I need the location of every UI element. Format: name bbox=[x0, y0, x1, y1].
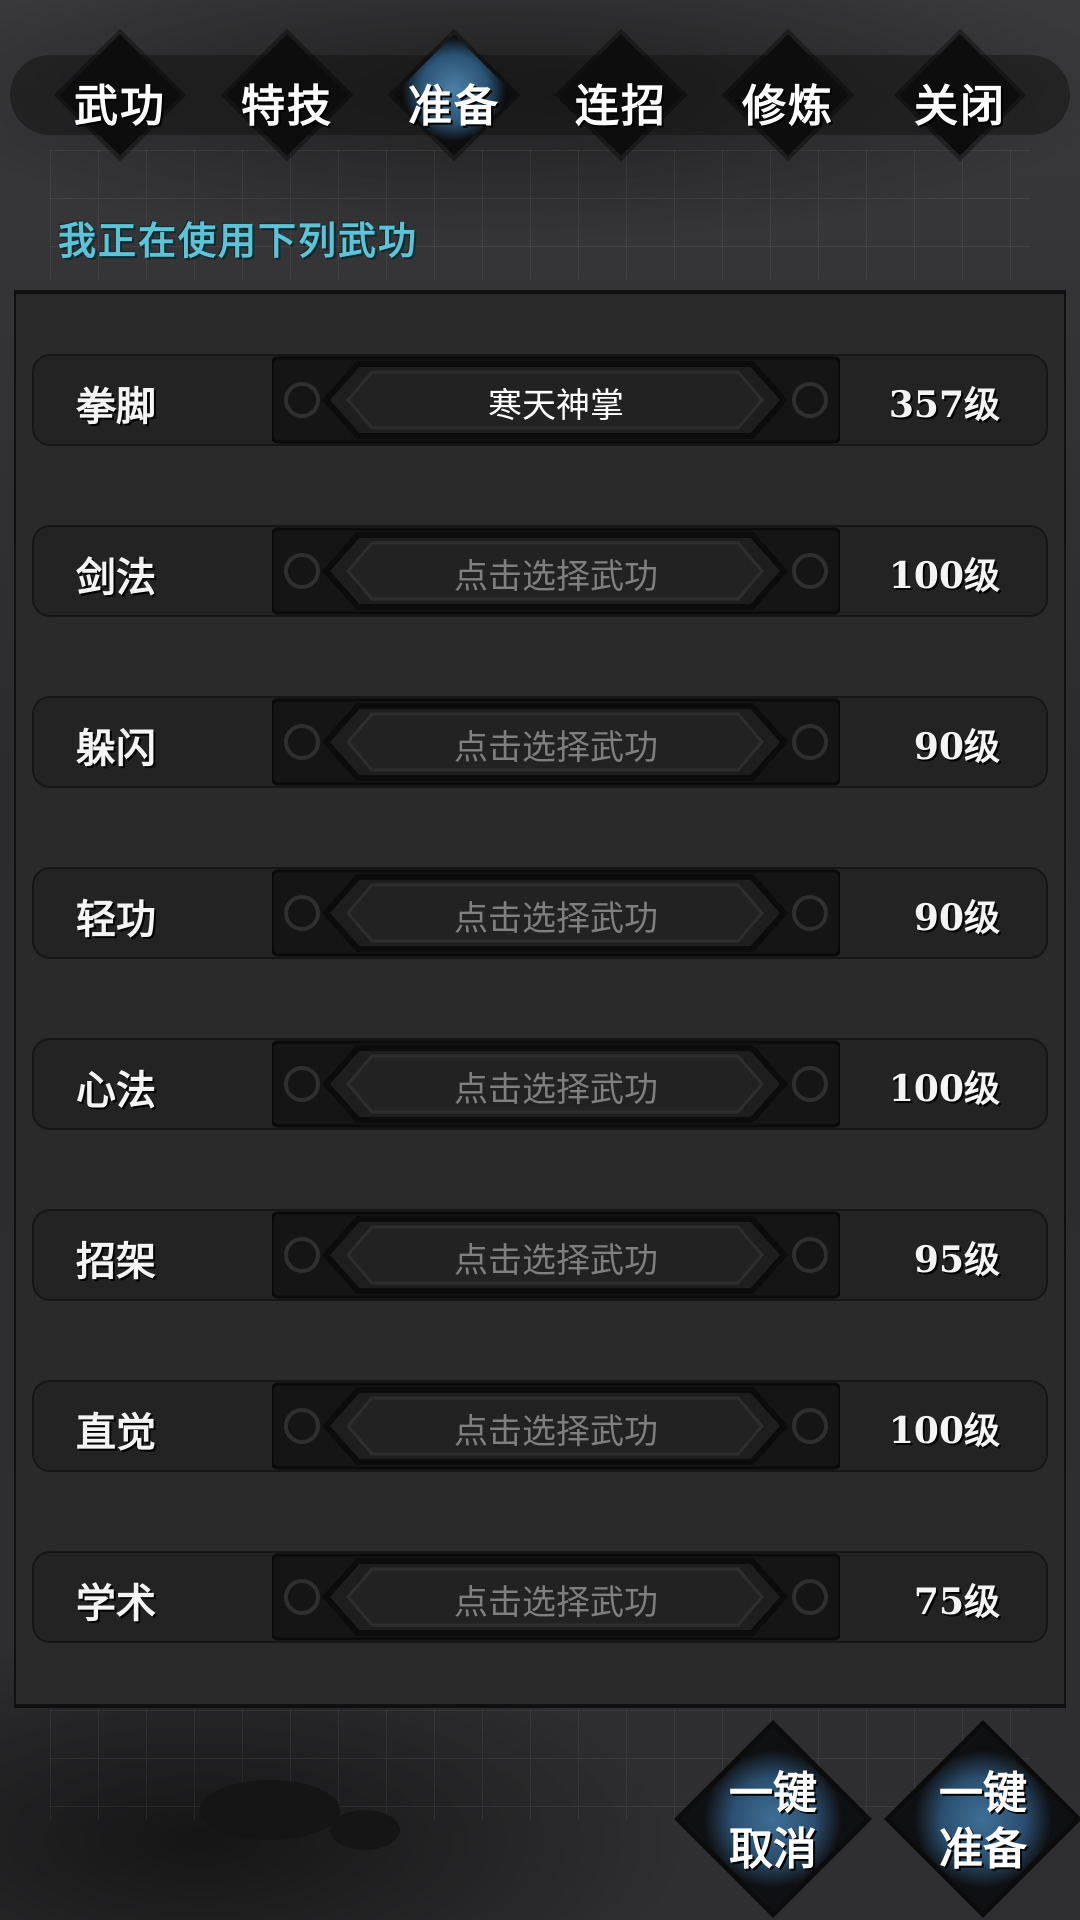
skill-selection-text: 寒天神掌 bbox=[488, 386, 624, 426]
button-label-line: 取消 bbox=[729, 1824, 817, 1875]
skill-selection-text: 点击选择武功 bbox=[454, 557, 658, 597]
skill-category: 直觉 bbox=[76, 1409, 156, 1456]
skill-selection-text: 点击选择武功 bbox=[454, 899, 658, 939]
skill-level: 100级 bbox=[888, 555, 1000, 597]
button-label-line: 一键 bbox=[939, 1768, 1027, 1819]
skill-row: 招架 点击选择武功 95级 bbox=[32, 1209, 1048, 1301]
skill-selector[interactable]: 寒天神掌 bbox=[272, 354, 840, 446]
skill-level: 100级 bbox=[888, 1410, 1000, 1452]
one-click-cancel-button[interactable]: 一键 取消 bbox=[678, 1724, 868, 1914]
tab-label: 特技 bbox=[241, 81, 333, 132]
skill-category: 拳脚 bbox=[76, 383, 156, 430]
skills-panel: 拳脚 寒天神掌 357级 剑法 点击选择武功 100级 躲闪 点击选择武功 90… bbox=[14, 290, 1066, 1708]
tab-prepare[interactable]: 准备 bbox=[389, 30, 519, 160]
skill-level: 100级 bbox=[888, 1068, 1000, 1110]
section-title: 我正在使用下列武功 bbox=[58, 218, 419, 263]
tab-close[interactable]: 关闭 bbox=[895, 30, 1025, 160]
skill-level: 90级 bbox=[913, 726, 1000, 768]
button-label: 一键 取消 bbox=[678, 1766, 868, 1878]
skill-row: 轻功 点击选择武功 90级 bbox=[32, 867, 1048, 959]
skill-selector[interactable]: 点击选择武功 bbox=[272, 1380, 840, 1472]
skill-selector[interactable]: 点击选择武功 bbox=[272, 1209, 840, 1301]
skill-level: 90级 bbox=[913, 897, 1000, 939]
skill-selection-text: 点击选择武功 bbox=[454, 1070, 658, 1110]
tab-combo[interactable]: 连招 bbox=[556, 30, 686, 160]
tab-label: 关闭 bbox=[914, 81, 1006, 132]
skill-row: 躲闪 点击选择武功 90级 bbox=[32, 696, 1048, 788]
button-label-line: 准备 bbox=[939, 1824, 1027, 1875]
skill-row: 直觉 点击选择武功 100级 bbox=[32, 1380, 1048, 1472]
tab-label: 修炼 bbox=[742, 81, 834, 132]
skill-selector[interactable]: 点击选择武功 bbox=[272, 525, 840, 617]
skill-category: 心法 bbox=[76, 1067, 156, 1114]
tab-label: 武功 bbox=[74, 81, 166, 132]
skill-selector[interactable]: 点击选择武功 bbox=[272, 1551, 840, 1643]
skill-category: 学术 bbox=[76, 1580, 156, 1627]
ink-splash bbox=[330, 1810, 400, 1850]
skill-row: 心法 点击选择武功 100级 bbox=[32, 1038, 1048, 1130]
background-grid-bottom bbox=[50, 1710, 1030, 1820]
skill-category: 剑法 bbox=[76, 554, 156, 601]
skill-selection-text: 点击选择武功 bbox=[454, 1241, 658, 1281]
tab-martial-arts[interactable]: 武功 bbox=[55, 30, 185, 160]
one-click-prepare-button[interactable]: 一键 准备 bbox=[888, 1724, 1078, 1914]
tab-label: 准备 bbox=[408, 81, 500, 132]
button-label-line: 一键 bbox=[729, 1768, 817, 1819]
skill-selector[interactable]: 点击选择武功 bbox=[272, 696, 840, 788]
skill-selection-text: 点击选择武功 bbox=[454, 1583, 658, 1623]
skill-row: 拳脚 寒天神掌 357级 bbox=[32, 354, 1048, 446]
skill-level: 95级 bbox=[913, 1239, 1000, 1281]
skill-level: 357级 bbox=[888, 384, 1000, 426]
skill-row: 剑法 点击选择武功 100级 bbox=[32, 525, 1048, 617]
skill-selection-text: 点击选择武功 bbox=[454, 728, 658, 768]
skill-row: 学术 点击选择武功 75级 bbox=[32, 1551, 1048, 1643]
skill-selector[interactable]: 点击选择武功 bbox=[272, 867, 840, 959]
tab-label: 连招 bbox=[575, 81, 667, 132]
skill-selection-text: 点击选择武功 bbox=[454, 1412, 658, 1452]
skill-selector[interactable]: 点击选择武功 bbox=[272, 1038, 840, 1130]
tab-cultivate[interactable]: 修炼 bbox=[723, 30, 853, 160]
skill-category: 躲闪 bbox=[76, 725, 156, 772]
tab-special-skills[interactable]: 特技 bbox=[222, 30, 352, 160]
skill-category: 轻功 bbox=[76, 896, 156, 943]
button-label: 一键 准备 bbox=[888, 1766, 1078, 1878]
ink-splash bbox=[200, 1780, 340, 1840]
skill-category: 招架 bbox=[76, 1238, 156, 1285]
skill-level: 75级 bbox=[913, 1581, 1000, 1623]
